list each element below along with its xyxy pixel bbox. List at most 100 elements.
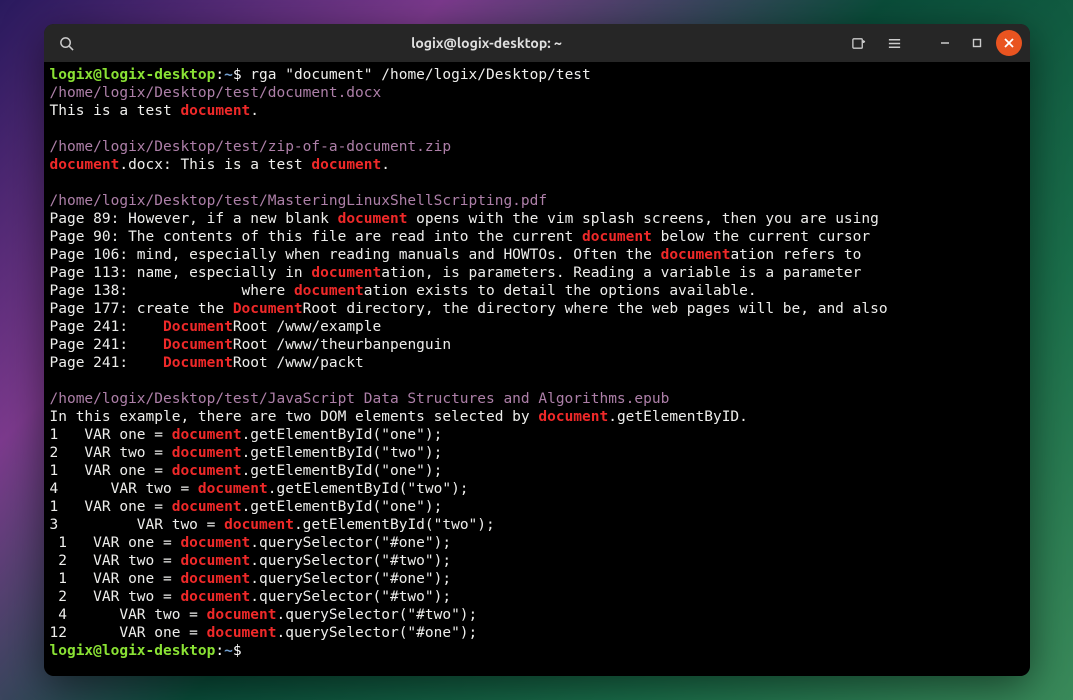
command-text: rga "document" /home/logix/Desktop/test: [242, 67, 591, 83]
result-text: .querySelector("#one");: [250, 535, 451, 551]
result-line: Page 241: DocumentRoot /www/example: [50, 318, 1024, 336]
match-highlight: document: [207, 625, 277, 641]
new-tab-icon[interactable]: [844, 28, 874, 58]
result-text: ation refers to: [730, 247, 861, 263]
result-text: Page 177: create the: [50, 301, 233, 317]
minimize-button[interactable]: [932, 30, 958, 56]
result-text: .getElementById("two");: [268, 481, 469, 497]
match-highlight: document: [661, 247, 731, 263]
result-line: Page 138: where documentation exists to …: [50, 282, 1024, 300]
result-text: Page 241:: [50, 337, 164, 353]
result-line: 4 VAR two = document.getElementById("two…: [50, 480, 1024, 498]
result-line: Page 89: However, if a new blank documen…: [50, 210, 1024, 228]
result-file-path: /home/logix/Desktop/test/document.docx: [50, 85, 382, 101]
result-text: Root /www/packt: [233, 355, 364, 371]
match-highlight: document: [538, 409, 608, 425]
result-text: This is a test: [50, 103, 181, 119]
result-text: .getElementById("one");: [242, 499, 443, 515]
result-text: 1 VAR one =: [50, 499, 172, 515]
result-line: 2 VAR two = document.querySelector("#two…: [50, 552, 1024, 570]
result-text: 2 VAR two =: [50, 589, 181, 605]
prompt-user-host: logix@logix-desktop: [50, 67, 216, 83]
result-line: 2 VAR two = document.getElementById("two…: [50, 444, 1024, 462]
result-text: Page 90: The contents of this file are r…: [50, 229, 583, 245]
search-icon[interactable]: [52, 28, 82, 58]
result-text: .: [381, 157, 390, 173]
match-highlight: document: [294, 283, 364, 299]
terminal-window: logix@logix-desktop: ~ logix@logix-deskt…: [44, 24, 1030, 676]
result-text: .docx: This is a test: [119, 157, 311, 173]
result-text: 1 VAR one =: [50, 427, 172, 443]
match-highlight: Document: [163, 355, 233, 371]
match-highlight: document: [172, 499, 242, 515]
match-highlight: document: [311, 265, 381, 281]
result-text: Root /www/example: [233, 319, 381, 335]
result-line: 2 VAR two = document.querySelector("#two…: [50, 588, 1024, 606]
result-text: .querySelector("#two");: [250, 553, 451, 569]
result-line: 1 VAR one = document.querySelector("#one…: [50, 534, 1024, 552]
result-text: opens with the vim splash screens, then …: [407, 211, 878, 227]
result-line: 3 VAR two = document.getElementById("two…: [50, 516, 1024, 534]
match-highlight: document: [180, 535, 250, 551]
result-text: In this example, there are two DOM eleme…: [50, 409, 539, 425]
result-text: 1 VAR one =: [50, 571, 181, 587]
close-button[interactable]: [996, 30, 1022, 56]
match-highlight: document: [180, 553, 250, 569]
result-text: Page 241:: [50, 355, 164, 371]
result-line: Page 113: name, especially in documentat…: [50, 264, 1024, 282]
result-line: 1 VAR one = document.getElementById("one…: [50, 498, 1024, 516]
result-line: 1 VAR one = document.getElementById("one…: [50, 462, 1024, 480]
prompt-line[interactable]: logix@logix-desktop:~$: [50, 642, 1024, 660]
result-line: In this example, there are two DOM eleme…: [50, 408, 1024, 426]
result-line: 12 VAR one = document.querySelector("#on…: [50, 624, 1024, 642]
result-text: Root /www/theurbanpenguin: [233, 337, 451, 353]
result-text: 2 VAR two =: [50, 445, 172, 461]
result-text: Page 113: name, especially in: [50, 265, 312, 281]
window-title: logix@logix-desktop: ~: [152, 35, 822, 51]
result-text: ation exists to detail the options avail…: [364, 283, 757, 299]
result-text: .querySelector("#two");: [250, 589, 451, 605]
match-highlight: document: [224, 517, 294, 533]
match-highlight: document: [207, 607, 277, 623]
result-line: 1 VAR one = document.querySelector("#one…: [50, 570, 1024, 588]
match-highlight: Document: [163, 319, 233, 335]
result-line: Page 106: mind, especially when reading …: [50, 246, 1024, 264]
match-highlight: document: [172, 427, 242, 443]
match-highlight: document: [198, 481, 268, 497]
result-text: .querySelector("#one");: [276, 625, 477, 641]
result-text: 2 VAR two =: [50, 553, 181, 569]
result-file-path: /home/logix/Desktop/test/MasteringLinuxS…: [50, 193, 548, 209]
maximize-button[interactable]: [964, 30, 990, 56]
result-text: 12 VAR one =: [50, 625, 207, 641]
result-text: .getElementById("two");: [294, 517, 495, 533]
match-highlight: document: [180, 589, 250, 605]
result-text: 1 VAR one =: [50, 463, 172, 479]
result-file-path: /home/logix/Desktop/test/JavaScript Data…: [50, 391, 670, 407]
match-highlight: Document: [233, 301, 303, 317]
result-text: 1 VAR one =: [50, 535, 181, 551]
result-text: ation, is parameters. Reading a variable…: [381, 265, 861, 281]
result-text: below the current cursor: [652, 229, 870, 245]
hamburger-menu-icon[interactable]: [880, 28, 910, 58]
match-highlight: document: [180, 103, 250, 119]
match-highlight: Document: [163, 337, 233, 353]
match-highlight: document: [338, 211, 408, 227]
result-line: This is a test document.: [50, 102, 1024, 120]
result-text: Page 89: However, if a new blank: [50, 211, 338, 227]
titlebar: logix@logix-desktop: ~: [44, 24, 1030, 62]
match-highlight: document: [180, 571, 250, 587]
match-highlight: document: [582, 229, 652, 245]
match-highlight: document: [172, 445, 242, 461]
result-text: 3 VAR two =: [50, 517, 225, 533]
result-line: 1 VAR one = document.getElementById("one…: [50, 426, 1024, 444]
command-line: logix@logix-desktop:~$ rga "document" /h…: [50, 66, 1024, 84]
result-line: Page 90: The contents of this file are r…: [50, 228, 1024, 246]
result-file-path: /home/logix/Desktop/test/zip-of-a-docume…: [50, 139, 452, 155]
result-text: .getElementById("one");: [242, 427, 443, 443]
result-text: Page 138: where: [50, 283, 294, 299]
result-text: Root directory, the directory where the …: [303, 301, 888, 317]
match-highlight: document: [311, 157, 381, 173]
terminal-output[interactable]: logix@logix-desktop:~$ rga "document" /h…: [44, 62, 1030, 676]
result-text: 4 VAR two =: [50, 607, 207, 623]
result-text: Page 241:: [50, 319, 164, 335]
